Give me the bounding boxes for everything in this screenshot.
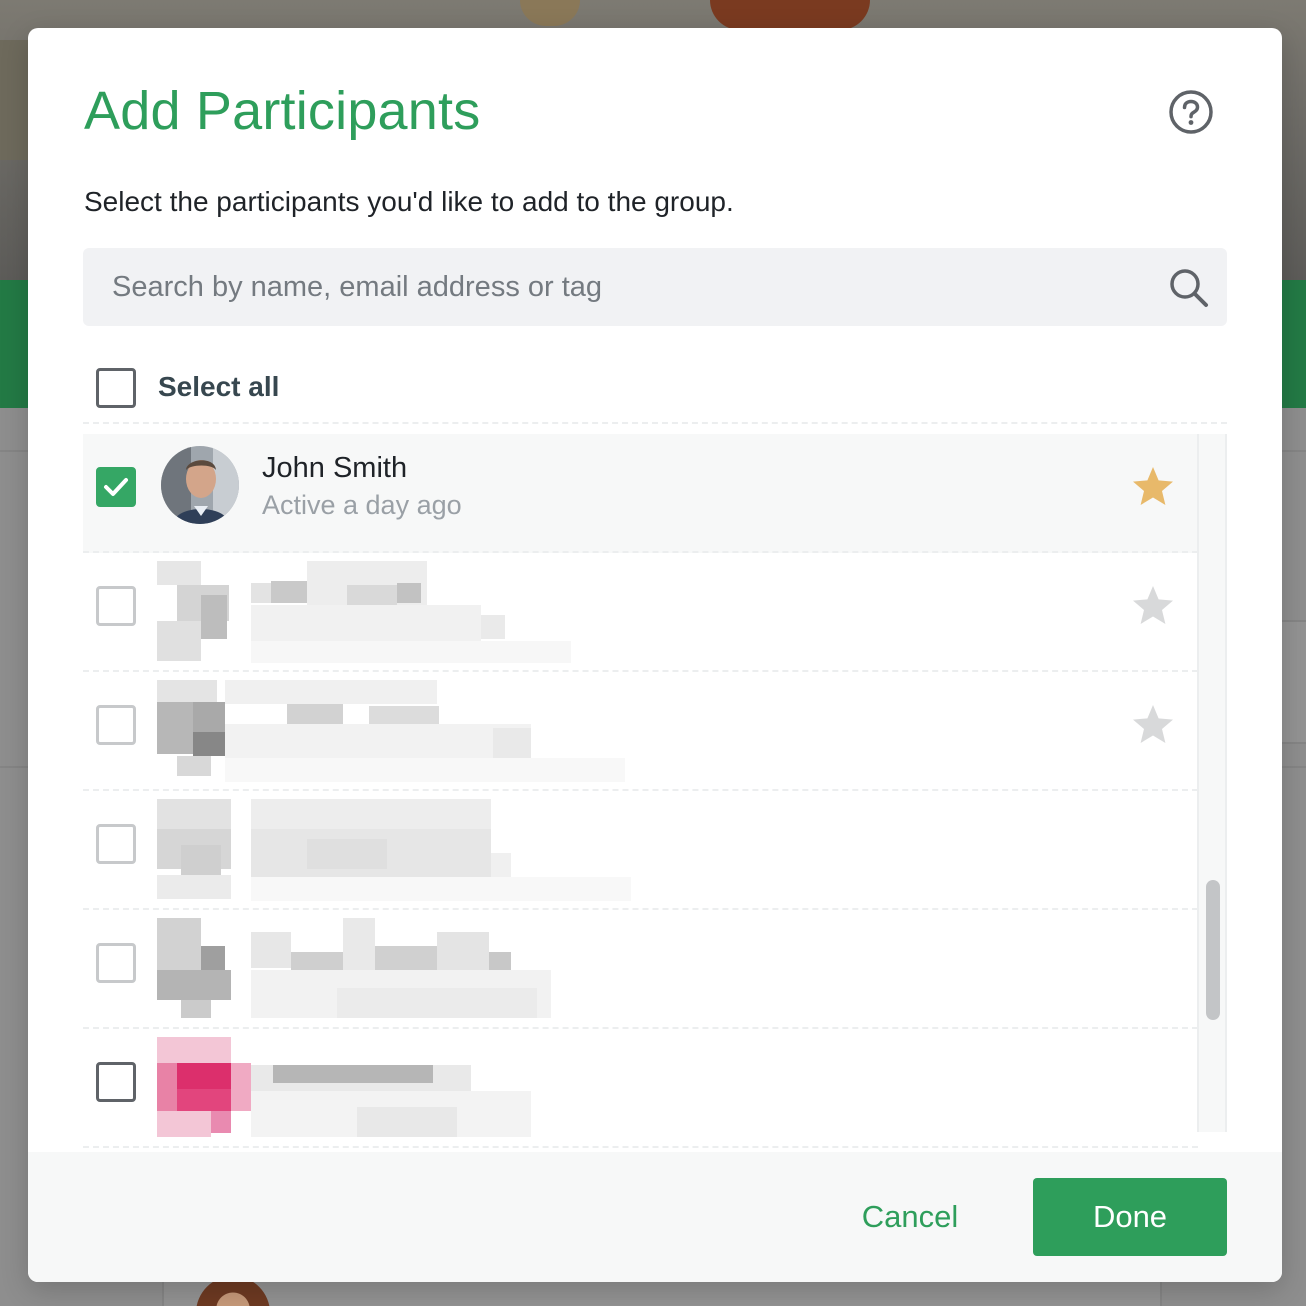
participant-row[interactable] xyxy=(83,910,1198,1029)
participant-row[interactable]: John Smith Active a day ago xyxy=(83,434,1198,553)
search-box xyxy=(83,248,1227,326)
search-input[interactable] xyxy=(83,248,1143,326)
background-decoration xyxy=(0,40,30,160)
redacted-participant-info xyxy=(157,1037,627,1139)
redacted-participant-info xyxy=(157,918,627,1020)
background-card xyxy=(1282,620,1306,744)
scrollbar-thumb[interactable] xyxy=(1206,880,1220,1020)
participant-checkbox[interactable] xyxy=(96,824,136,864)
question-circle-icon xyxy=(1169,90,1213,134)
dialog-description: Select the participants you'd like to ad… xyxy=(84,186,734,217)
participant-row[interactable] xyxy=(83,553,1198,672)
dialog-footer: Cancel Done xyxy=(28,1152,1282,1282)
dialog-title: Add Participants xyxy=(84,81,481,141)
participant-name: John Smith xyxy=(262,452,408,484)
participant-checkbox[interactable] xyxy=(96,1062,136,1102)
participant-checkbox[interactable] xyxy=(96,467,136,507)
participant-row[interactable] xyxy=(83,1029,1198,1148)
search-icon[interactable] xyxy=(1167,266,1211,310)
participant-row[interactable] xyxy=(83,672,1198,791)
star-icon[interactable] xyxy=(1130,583,1176,629)
cancel-button[interactable]: Cancel xyxy=(836,1178,984,1256)
checkmark-icon xyxy=(104,478,128,496)
add-participants-dialog: Add Participants Select the participants… xyxy=(28,28,1282,1282)
select-all-row[interactable]: Select all xyxy=(83,358,1227,424)
select-all-label: Select all xyxy=(158,371,280,402)
participant-status: Active a day ago xyxy=(262,490,462,520)
help-button[interactable] xyxy=(1168,89,1214,135)
redacted-participant-info xyxy=(157,799,631,901)
participant-checkbox[interactable] xyxy=(96,586,136,626)
redacted-participant-info xyxy=(157,561,627,663)
redacted-participant-info xyxy=(157,680,627,782)
participant-row[interactable] xyxy=(83,791,1198,910)
select-all-checkbox[interactable] xyxy=(96,368,136,408)
participant-checkbox[interactable] xyxy=(96,705,136,745)
done-button[interactable]: Done xyxy=(1033,1178,1227,1256)
avatar xyxy=(161,446,239,524)
background-decoration xyxy=(520,0,580,26)
background-decoration xyxy=(710,0,870,30)
star-icon[interactable] xyxy=(1130,702,1176,748)
background-card xyxy=(162,1282,1162,1306)
list-scrollbar[interactable] xyxy=(1197,434,1227,1132)
participant-list: John Smith Active a day ago xyxy=(83,434,1227,1152)
participant-checkbox[interactable] xyxy=(96,943,136,983)
star-icon[interactable] xyxy=(1130,464,1176,510)
